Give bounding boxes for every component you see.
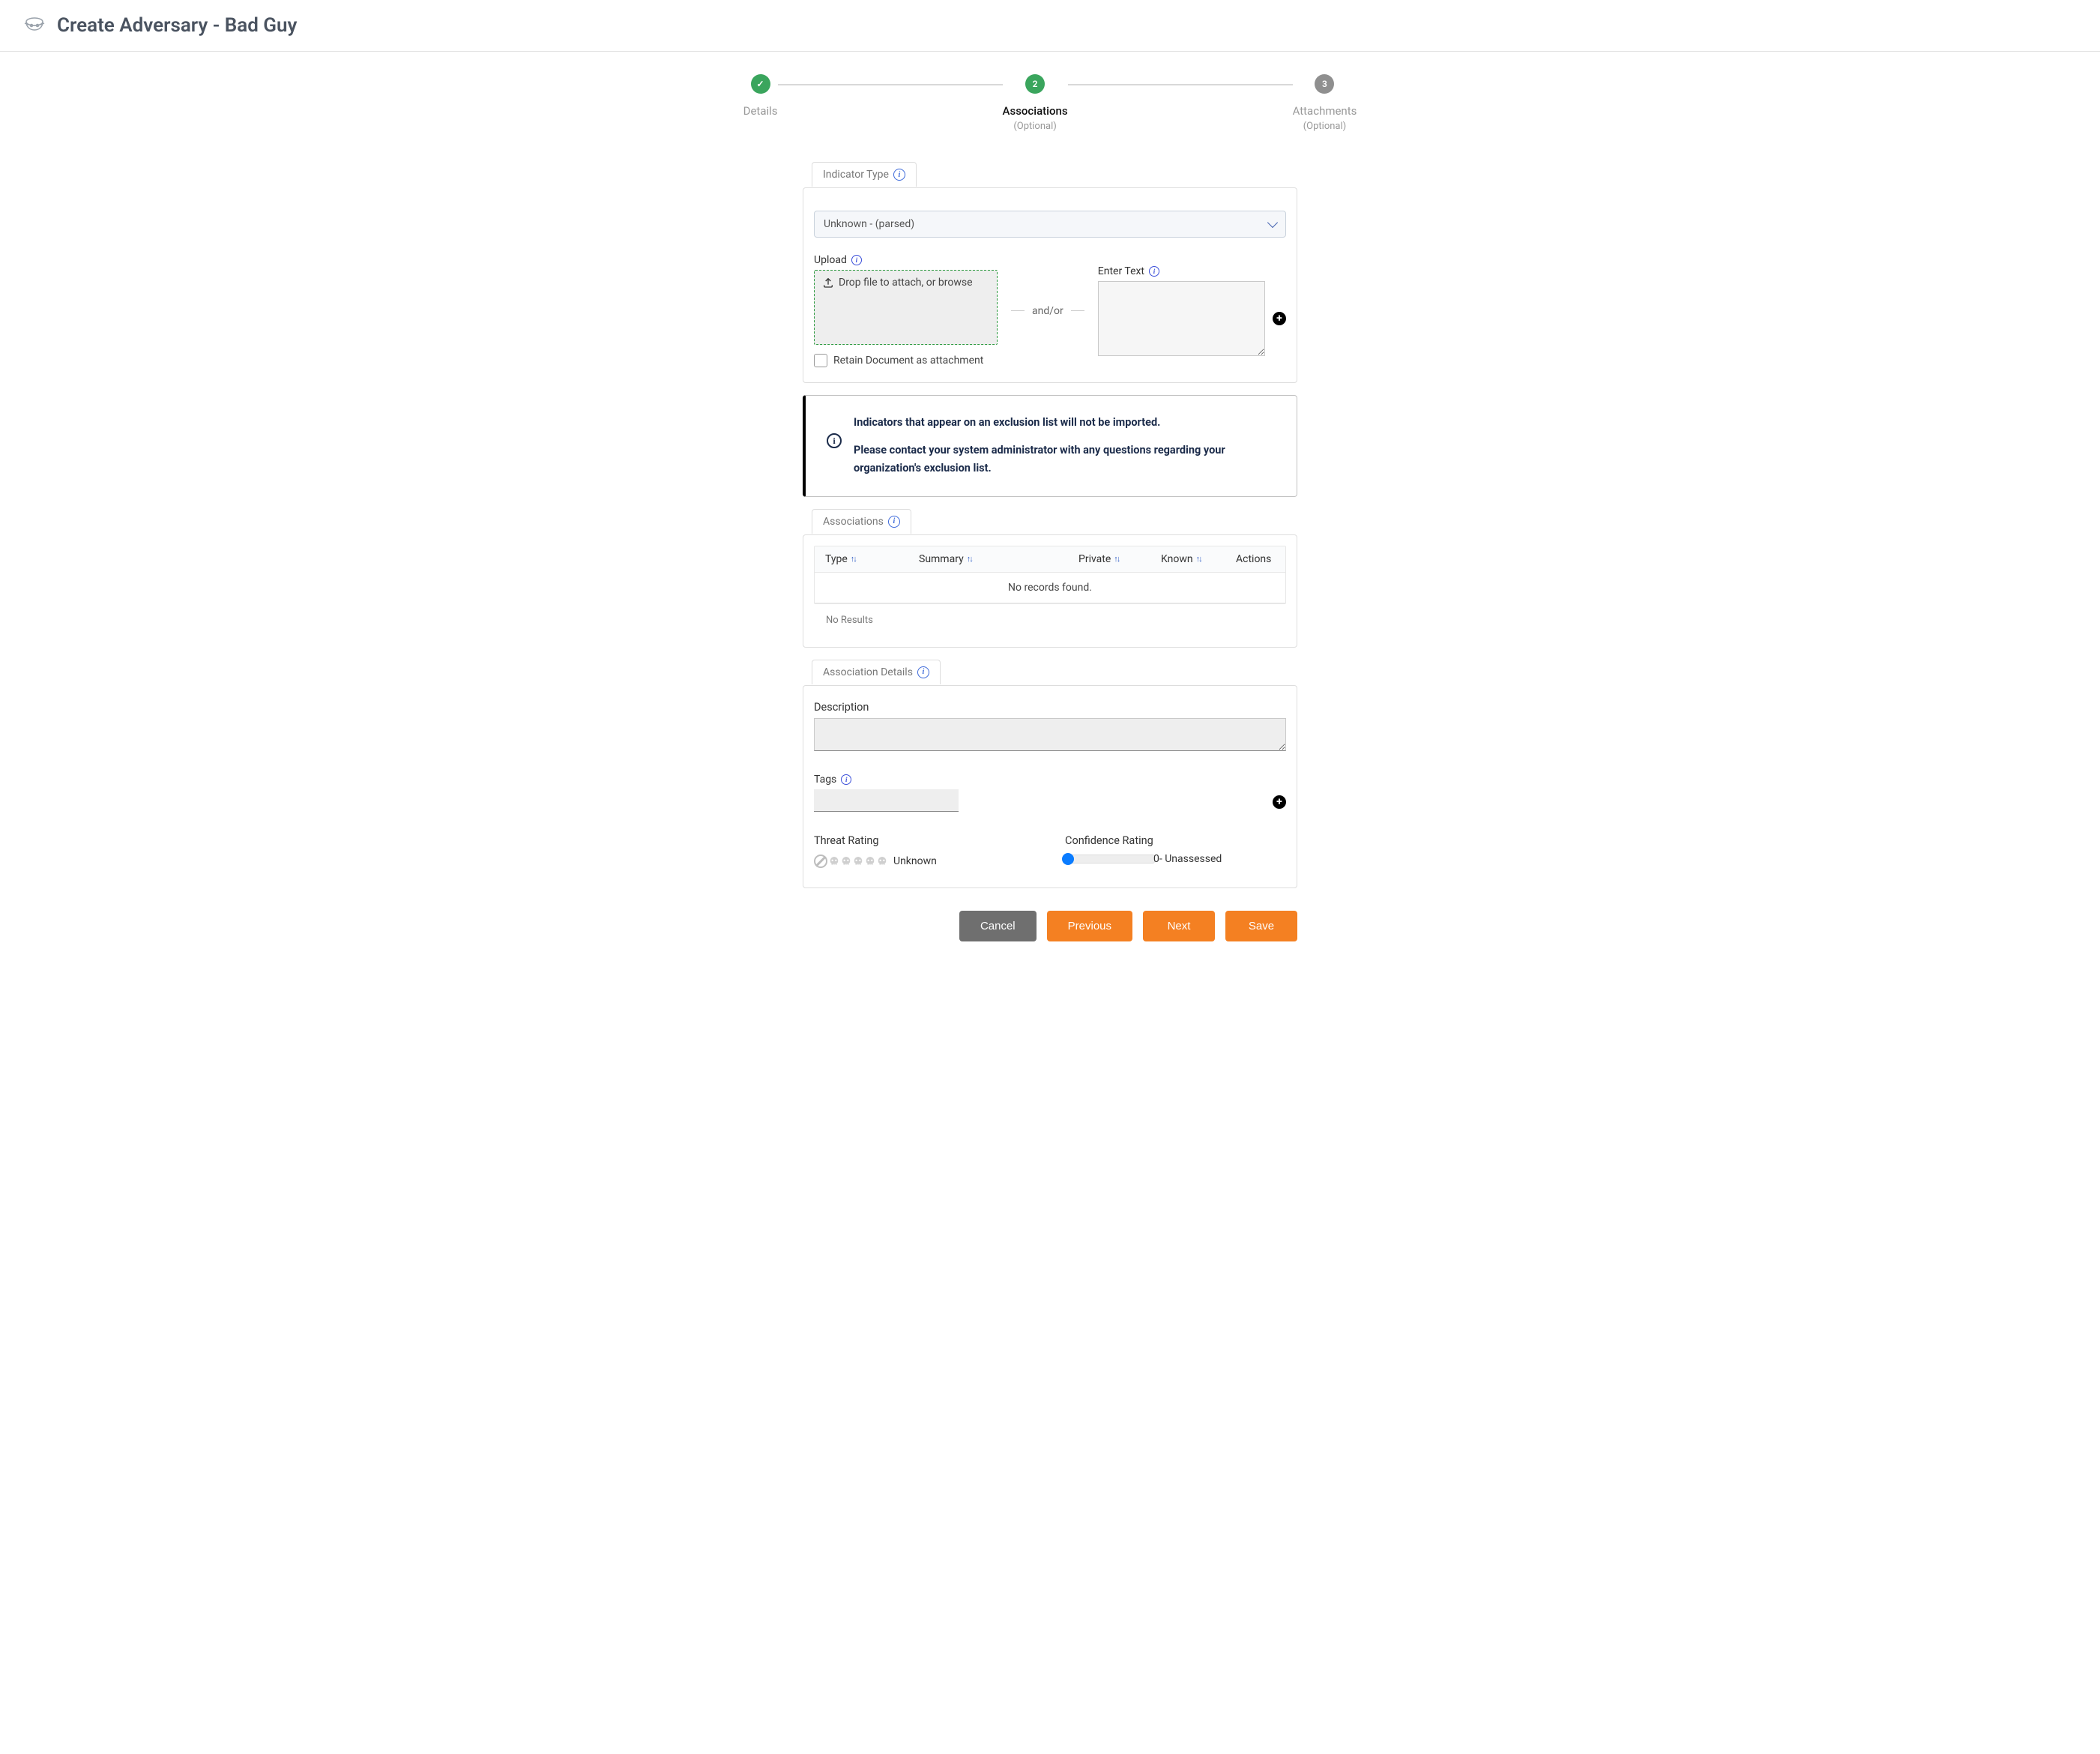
tags-input[interactable]	[814, 789, 959, 812]
slider-thumb[interactable]	[1062, 853, 1074, 865]
indicator-type-select[interactable]: Unknown - (parsed)	[814, 211, 1286, 238]
add-tag-button[interactable]: +	[1273, 795, 1286, 809]
step-label: Attachments	[1293, 104, 1357, 118]
upload-dropzone[interactable]: Drop file to attach, or browse	[814, 270, 998, 345]
tab-associations[interactable]: Associations i	[812, 509, 911, 534]
info-icon[interactable]: i	[888, 516, 900, 528]
step-number: 3	[1315, 74, 1334, 94]
skull-icon[interactable]	[877, 856, 887, 867]
threat-rating-control[interactable]: Unknown	[814, 855, 1035, 868]
step-sublabel: (Optional)	[1303, 121, 1346, 132]
stepper: ✓ Details 2 Associations (Optional) 3 At…	[525, 52, 1575, 162]
confidence-slider[interactable]: 0- Unassessed	[1065, 855, 1286, 865]
step-details[interactable]: ✓ Details	[743, 74, 778, 121]
no-records-text: No records found.	[815, 573, 1285, 603]
next-button[interactable]: Next	[1143, 911, 1215, 941]
step-number: 2	[1025, 74, 1045, 94]
retain-checkbox[interactable]	[814, 354, 827, 367]
info-icon[interactable]: i	[893, 169, 905, 181]
sort-icon: ↑↓	[851, 554, 856, 564]
page-header: Create Adversary - Bad Guy	[0, 0, 2100, 52]
step-connector	[778, 84, 1003, 85]
action-buttons: Cancel Previous Next Save	[803, 911, 1297, 941]
indicator-type-panel: Unknown - (parsed) Upload i Drop file to…	[803, 187, 1297, 383]
retain-label: Retain Document as attachment	[833, 355, 983, 367]
indicator-text-input[interactable]	[1098, 281, 1265, 356]
cancel-button[interactable]: Cancel	[959, 911, 1037, 941]
sort-icon: ↑↓	[1196, 554, 1201, 564]
tab-label: Association Details	[823, 666, 913, 678]
confidence-value: 0- Unassessed	[1153, 853, 1286, 865]
add-text-button[interactable]: +	[1273, 312, 1286, 325]
step-label: Associations	[1003, 104, 1068, 118]
info-icon[interactable]: i	[917, 666, 929, 678]
step-sublabel: (Optional)	[1013, 121, 1056, 132]
select-value: Unknown - (parsed)	[824, 218, 914, 230]
save-button[interactable]: Save	[1225, 911, 1297, 941]
sort-icon: ↑↓	[1114, 554, 1119, 564]
skull-icon[interactable]	[865, 856, 875, 867]
page-title: Create Adversary - Bad Guy	[57, 14, 297, 37]
col-summary[interactable]: Summary ↑↓	[908, 553, 1068, 565]
description-label: Description	[814, 701, 1286, 714]
association-details-panel: Description Tags i + Threat Rating	[803, 685, 1297, 888]
upload-icon	[822, 277, 834, 289]
step-associations[interactable]: 2 Associations (Optional)	[1003, 74, 1068, 132]
previous-button[interactable]: Previous	[1047, 911, 1132, 941]
chevron-down-icon	[1267, 217, 1278, 228]
skull-icon[interactable]	[829, 856, 839, 867]
skull-icon[interactable]	[853, 856, 863, 867]
col-actions: Actions	[1225, 553, 1285, 565]
step-connector	[1068, 84, 1293, 85]
upload-label: Upload i	[814, 254, 998, 266]
adversary-icon	[22, 13, 46, 37]
alert-line1: Indicators that appear on an exclusion l…	[854, 414, 1276, 433]
associations-table: Type ↑↓ Summary ↑↓ Private ↑↓ Known ↑↓	[814, 546, 1286, 604]
check-icon: ✓	[751, 74, 770, 94]
col-type[interactable]: Type ↑↓	[815, 553, 908, 565]
enter-text-label: Enter Text i	[1098, 265, 1286, 277]
slider-track[interactable]	[1065, 855, 1155, 864]
no-rating-icon[interactable]	[814, 855, 827, 868]
tags-label: Tags i	[814, 774, 1258, 786]
alert-line2: Please contact your system administrator…	[854, 441, 1276, 478]
tab-label: Associations	[823, 516, 884, 528]
dropzone-text: Drop file to attach, or browse	[839, 277, 973, 289]
step-label: Details	[743, 104, 778, 118]
confidence-rating-label: Confidence Rating	[1065, 834, 1286, 847]
tab-indicator-type[interactable]: Indicator Type i	[812, 162, 917, 187]
threat-rating-label: Threat Rating	[814, 834, 1035, 847]
and-or-divider: and/or	[1011, 305, 1084, 317]
tab-association-details[interactable]: Association Details i	[812, 660, 941, 684]
tab-label: Indicator Type	[823, 169, 889, 181]
info-icon[interactable]: i	[851, 255, 862, 265]
col-known[interactable]: Known ↑↓	[1150, 553, 1225, 565]
threat-value: Unknown	[893, 855, 937, 867]
info-icon[interactable]: i	[841, 774, 851, 785]
skull-icon[interactable]	[841, 856, 851, 867]
step-attachments[interactable]: 3 Attachments (Optional)	[1293, 74, 1357, 132]
sort-icon: ↑↓	[967, 554, 972, 564]
no-results-text: No Results	[814, 604, 1286, 636]
info-icon[interactable]: i	[1149, 266, 1159, 277]
info-icon: i	[827, 433, 842, 448]
associations-panel: Type ↑↓ Summary ↑↓ Private ↑↓ Known ↑↓	[803, 534, 1297, 648]
description-input[interactable]	[814, 718, 1286, 751]
col-private[interactable]: Private ↑↓	[1068, 553, 1150, 565]
exclusion-alert: i Indicators that appear on an exclusion…	[803, 395, 1297, 497]
